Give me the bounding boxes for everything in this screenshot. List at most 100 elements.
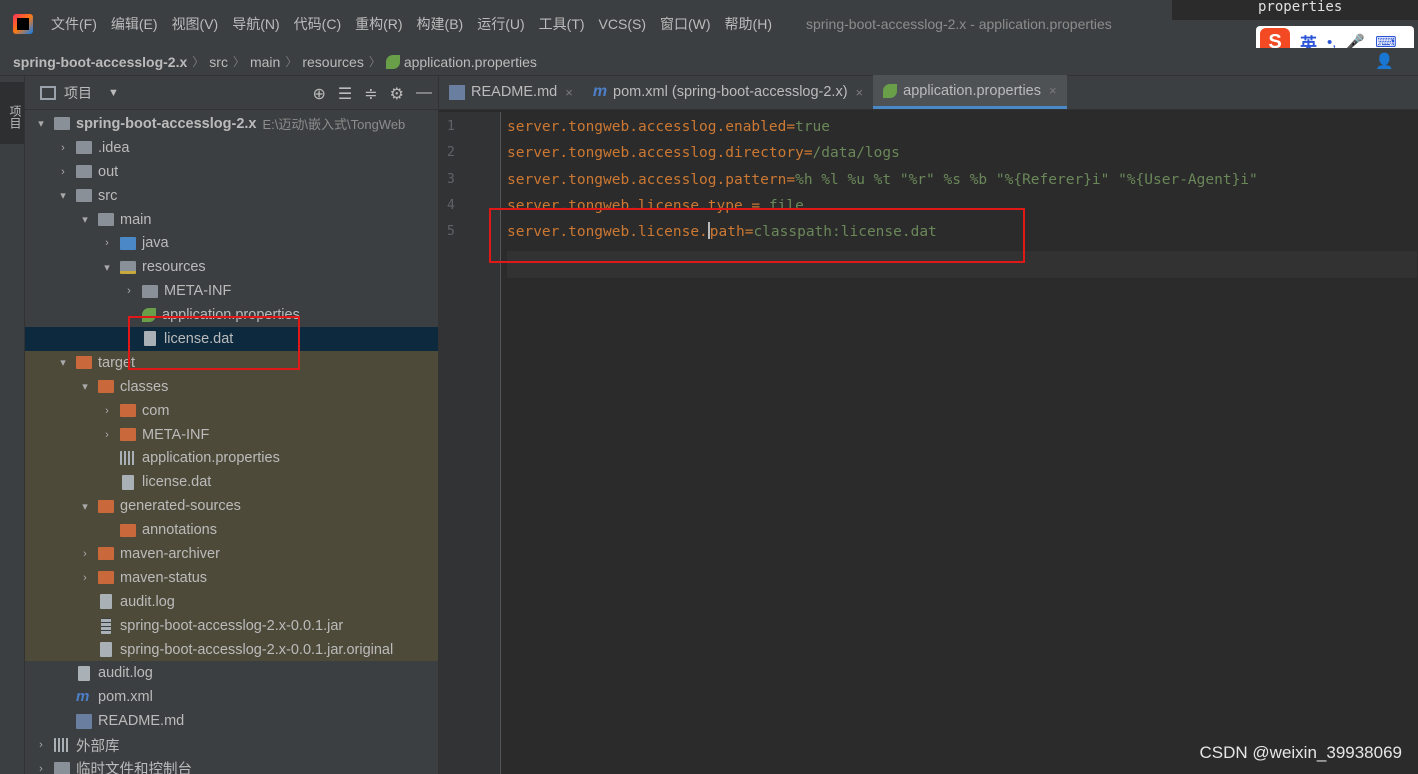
tree-item[interactable]: › .idea <box>25 136 438 160</box>
tree-item-label: annotations <box>142 522 217 539</box>
tree-item[interactable]: ›spring-boot-accesslog-2.x-0.0.1.jar <box>25 613 438 638</box>
close-icon[interactable]: × <box>565 85 573 100</box>
chevron-down-icon[interactable]: ▾ <box>34 117 48 130</box>
chevron-right-icon[interactable]: › <box>78 572 92 584</box>
code-line[interactable]: server.tongweb.accesslog.pattern=%h %l %… <box>507 167 1258 193</box>
tree-item[interactable]: ▾ target <box>25 350 438 375</box>
breadcrumb-project[interactable]: spring-boot-accesslog-2.x <box>13 54 187 70</box>
menu-window[interactable]: 窗口(W) <box>660 14 711 34</box>
property-key: server.tongweb.accesslog.pattern <box>507 171 787 188</box>
menu-tools[interactable]: 工具(T) <box>539 14 585 34</box>
editor-tab[interactable]: m pom.xml (spring-boot-accesslog-2.x) × <box>583 75 873 109</box>
tree-item[interactable]: ›annotations <box>25 518 438 543</box>
menu-code[interactable]: 代码(C) <box>294 14 341 34</box>
tree-item[interactable]: ▾ spring-boot-accesslog-2.x E:\迈动\嵌入式\Tong… <box>25 112 438 136</box>
chevron-right-icon: 〉 <box>368 55 381 69</box>
editor-tab[interactable]: README.md × <box>439 75 583 109</box>
file-icon <box>78 665 90 681</box>
breadcrumb-src[interactable]: src <box>209 54 228 70</box>
folder-icon <box>54 762 70 774</box>
tree-item[interactable]: ›license.dat <box>25 327 438 351</box>
close-icon[interactable]: × <box>856 85 864 100</box>
tree-item-label: application.properties <box>162 307 300 324</box>
chevron-right-icon[interactable]: › <box>100 429 114 441</box>
tree-item[interactable]: ›audit.log <box>25 589 438 614</box>
tree-item-label: audit.log <box>98 665 153 682</box>
tree-item[interactable]: ▾ resources <box>25 255 438 279</box>
tree-item[interactable]: › META-INF <box>25 279 438 303</box>
menu-view[interactable]: 视图(V) <box>172 14 219 34</box>
expand-all-icon[interactable]: ☰ <box>338 84 352 104</box>
chevron-right-icon[interactable]: › <box>56 142 70 154</box>
tree-item[interactable]: ›license.dat <box>25 470 438 495</box>
tree-item[interactable]: › java <box>25 231 438 255</box>
tree-item-label: META-INF <box>164 283 232 300</box>
tree-item[interactable]: › 临时文件和控制台 <box>25 757 438 774</box>
tree-item-label: target <box>98 354 136 371</box>
chevron-right-icon[interactable]: › <box>100 405 114 417</box>
menu-help[interactable]: 帮助(H) <box>725 14 772 34</box>
editor-tab-label: pom.xml (spring-boot-accesslog-2.x) <box>613 84 848 100</box>
current-line-highlight <box>507 251 1417 278</box>
property-key: server.tongweb.license. <box>507 224 708 241</box>
breadcrumb-file[interactable]: application.properties <box>404 54 537 70</box>
menu-build[interactable]: 构建(B) <box>417 14 464 34</box>
tree-item[interactable]: › com <box>25 398 438 423</box>
breadcrumb-main[interactable]: main <box>250 54 280 70</box>
menu-vcs[interactable]: VCS(S) <box>599 16 646 32</box>
excluded-folder-icon <box>76 356 92 370</box>
tree-item[interactable]: ▾ src <box>25 184 438 208</box>
project-tool-tab[interactable]: 项目 <box>0 82 24 144</box>
chevron-right-icon[interactable]: › <box>34 739 48 751</box>
hide-panel-icon[interactable]: — <box>416 84 432 104</box>
collapse-all-icon[interactable]: ≑ <box>364 84 377 104</box>
chevron-right-icon[interactable]: › <box>34 763 48 774</box>
tree-item[interactable]: › META-INF <box>25 422 438 447</box>
tree-item[interactable]: ›audit.log <box>25 661 438 685</box>
tree-item[interactable]: › out <box>25 160 438 184</box>
tree-item[interactable]: › 外部库 <box>25 733 438 757</box>
menu-navigate[interactable]: 导航(N) <box>232 14 279 34</box>
line-number: 2 <box>447 145 455 161</box>
user-account-icon[interactable]: 👤 <box>1375 52 1394 70</box>
menu-file[interactable]: 文件(F) <box>51 14 97 34</box>
chevron-down-icon[interactable]: ▾ <box>100 261 114 274</box>
breadcrumb-resources[interactable]: resources <box>302 54 363 70</box>
tree-item[interactable]: › maven-status <box>25 565 438 590</box>
tree-item-label: license.dat <box>164 330 234 347</box>
chevron-down-icon[interactable]: ▾ <box>78 213 92 226</box>
chevron-right-icon[interactable]: › <box>56 166 70 178</box>
chevron-down-icon[interactable]: ▾ <box>78 500 92 513</box>
tree-item[interactable]: ›application.properties <box>25 446 438 471</box>
code-line[interactable]: server.tongweb.license.type = file <box>507 193 804 219</box>
editor-tab[interactable]: application.properties × <box>873 75 1067 109</box>
chevron-down-icon[interactable]: ▾ <box>56 189 70 202</box>
code-line[interactable]: server.tongweb.license. path=classpath:li… <box>507 219 937 245</box>
close-icon[interactable]: × <box>1049 83 1057 98</box>
chevron-down-icon[interactable]: ▼ <box>108 87 119 99</box>
tree-item[interactable]: ▾ generated-sources <box>25 494 438 519</box>
code-line[interactable]: server.tongweb.accesslog.directory=/data… <box>507 140 900 166</box>
menu-edit[interactable]: 编辑(E) <box>111 14 158 34</box>
tree-item[interactable]: ›application.properties <box>25 303 438 327</box>
properties-file-icon <box>142 308 156 323</box>
locate-file-icon[interactable]: ⊕ <box>313 84 326 104</box>
chevron-right-icon[interactable]: › <box>122 285 136 297</box>
tree-item[interactable]: ›mpom.xml <box>25 685 438 709</box>
tree-item[interactable]: ▾ classes <box>25 374 438 399</box>
chevron-down-icon[interactable]: ▾ <box>78 380 92 393</box>
code-line[interactable]: server.tongweb.accesslog.enabled=true <box>507 114 830 140</box>
property-key: path <box>709 224 745 241</box>
maven-icon: m <box>76 688 90 706</box>
tree-item[interactable]: ▾ main <box>25 208 438 232</box>
tree-item[interactable]: ›README.md <box>25 709 438 733</box>
chevron-down-icon[interactable]: ▾ <box>56 356 70 369</box>
gear-icon[interactable]: ⚙ <box>390 84 404 104</box>
tree-item[interactable]: ›spring-boot-accesslog-2.x-0.0.1.jar.ori… <box>25 637 438 662</box>
chevron-right-icon[interactable]: › <box>78 548 92 560</box>
tree-item[interactable]: › maven-archiver <box>25 542 438 566</box>
menu-refactor[interactable]: 重构(R) <box>355 14 402 34</box>
menu-run[interactable]: 运行(U) <box>477 14 524 34</box>
chevron-right-icon[interactable]: › <box>100 237 114 249</box>
project-panel-title[interactable]: 项目 <box>64 83 92 103</box>
